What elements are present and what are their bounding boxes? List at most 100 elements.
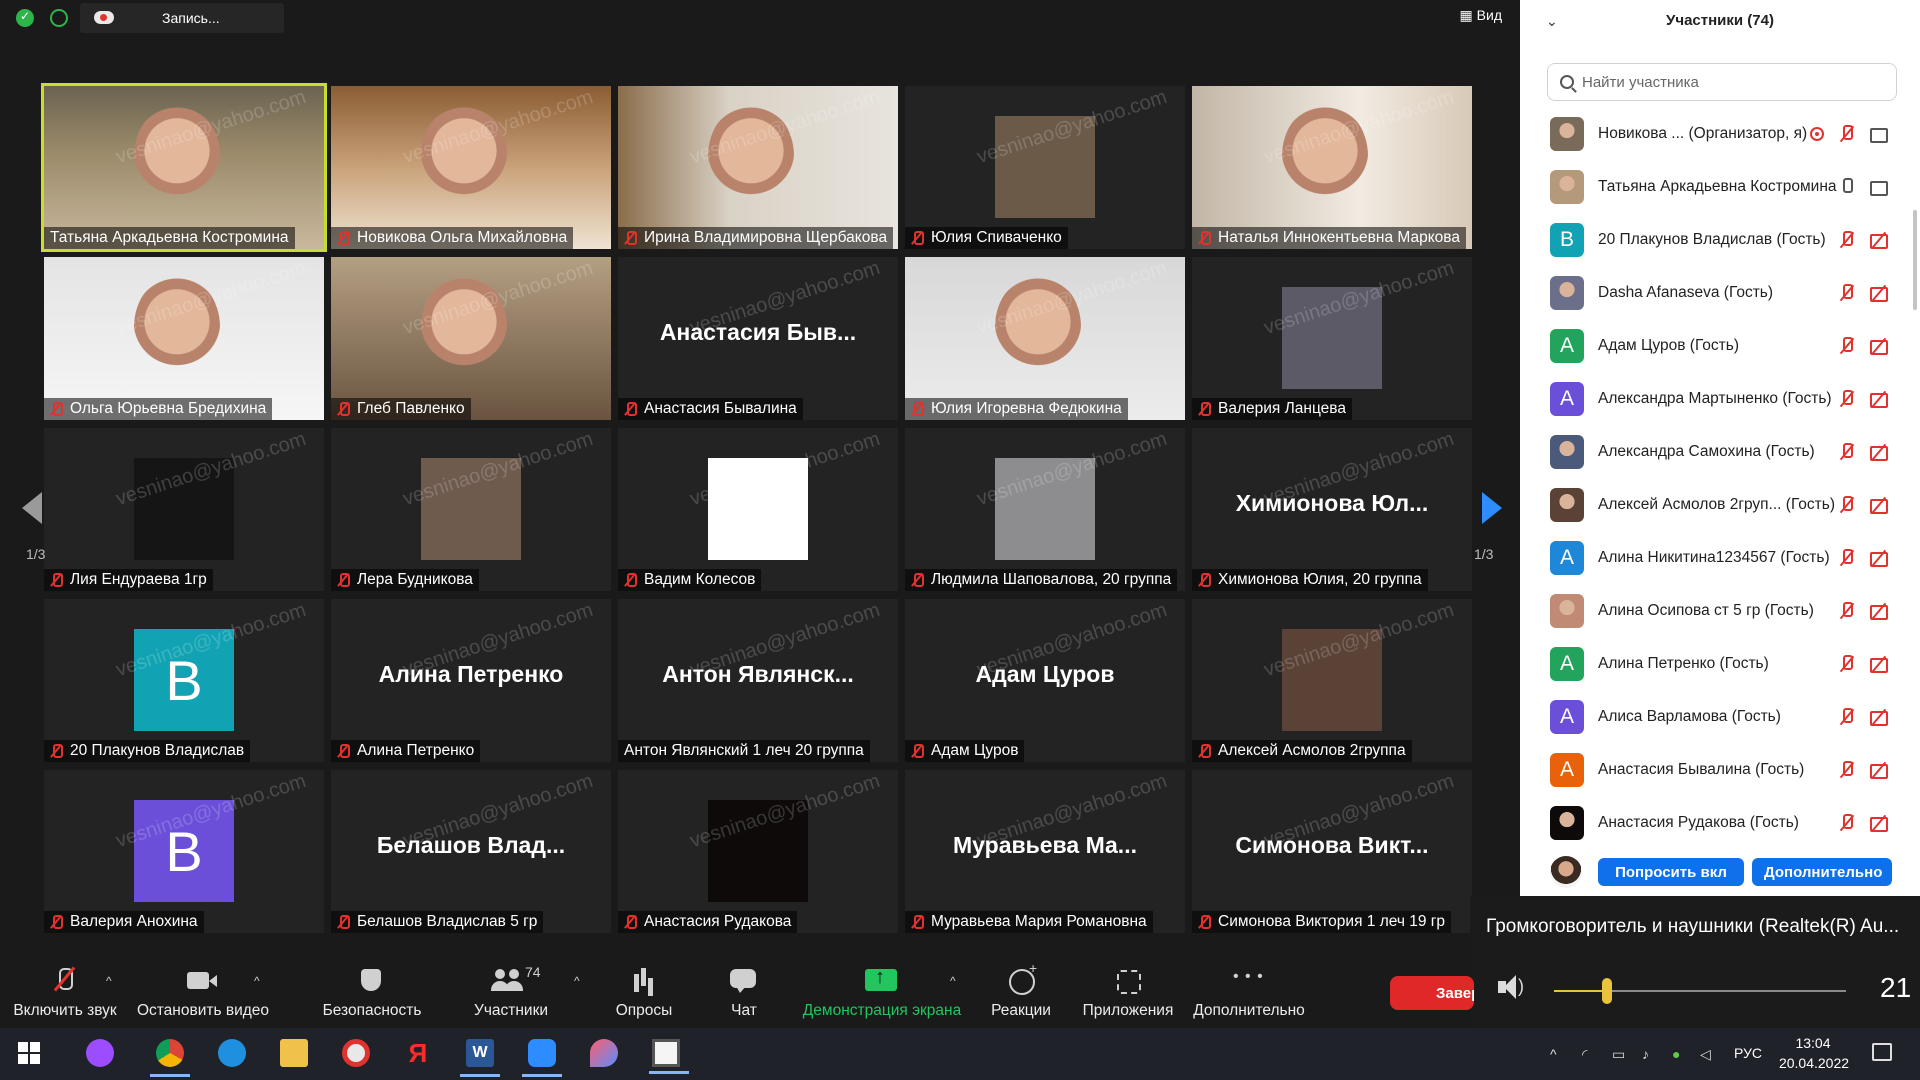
recording-indicator[interactable]: Запись... — [80, 3, 284, 33]
video-off-icon[interactable] — [1870, 337, 1888, 355]
microphone-muted-icon[interactable] — [1838, 602, 1856, 620]
microphone-muted-icon[interactable] — [1838, 549, 1856, 567]
volume-slider-thumb[interactable] — [1602, 978, 1612, 1004]
view-button[interactable]: Вид — [1460, 7, 1502, 24]
participant-list-item[interactable]: Александра Самохина (Гость) — [1520, 425, 1910, 478]
more-button[interactable]: Дополнительно — [1192, 940, 1306, 1028]
video-tile[interactable]: Муравьева Ма... vesninao@yahoo.com Муравье… — [905, 770, 1185, 933]
video-tile[interactable]: Bvesninao@yahoo.com20 Плакунов Владислав — [44, 599, 324, 762]
video-tile[interactable]: vesninao@yahoo.comЮлия Спиваченко — [905, 86, 1185, 249]
participant-search-input[interactable] — [1582, 73, 1882, 91]
microphone-muted-icon[interactable] — [1838, 337, 1856, 355]
edge-icon[interactable] — [218, 1039, 246, 1067]
yandex-icon[interactable]: Я — [404, 1039, 432, 1067]
participant-list-item[interactable]: Татьяна Аркадьевна Костромина — [1520, 160, 1910, 213]
battery-icon[interactable]: ▭ — [1612, 1046, 1625, 1063]
video-tile[interactable]: vesninao@yahoo.comЛюдмила Шаповалова, 20… — [905, 428, 1185, 591]
video-tile[interactable]: vesninao@yahoo.comНаталья Иннокентьевна … — [1192, 86, 1472, 249]
video-tile[interactable]: Симонова Викт... vesninao@yahoo.com Симоно… — [1192, 770, 1472, 933]
video-tile[interactable]: Анастасия Быв... vesninao@yahoo.com Анаста… — [618, 257, 898, 420]
participant-more-button[interactable]: Дополнительно — [1752, 858, 1892, 886]
zoom-icon[interactable] — [522, 1039, 562, 1077]
reactions-button[interactable]: Реакции — [980, 940, 1062, 1028]
video-tile[interactable]: Антон Являнск... vesninao@yahoo.com Антон … — [618, 599, 898, 762]
app-tray-icon[interactable]: ● — [1672, 1046, 1680, 1062]
participant-list-item[interactable]: Новикова ... (Организатор, я) — [1520, 107, 1910, 160]
wifi-icon[interactable]: ◜ — [1582, 1046, 1587, 1063]
participant-list-item[interactable]: A Анастасия Бывалина (Гость) — [1520, 743, 1910, 796]
participants-options-caret-icon[interactable]: ^ — [574, 974, 580, 988]
video-off-icon[interactable] — [1870, 390, 1888, 408]
video-off-icon[interactable] — [1870, 814, 1888, 832]
yandex-browser-icon[interactable] — [342, 1039, 370, 1067]
video-tile[interactable]: vesninao@yahoo.comГлеб Павленко — [331, 257, 611, 420]
participant-search-box[interactable] — [1547, 63, 1897, 101]
microphone-muted-icon[interactable] — [1838, 125, 1856, 143]
video-tile[interactable]: Белашов Влад... vesninao@yahoo.com Белашов… — [331, 770, 611, 933]
video-tile[interactable]: vesninao@yahoo.comЛера Будникова — [331, 428, 611, 591]
polls-button[interactable]: Опросы — [604, 940, 684, 1028]
participant-list-item[interactable]: A Александра Мартыненко (Гость) — [1520, 372, 1910, 425]
video-options-caret-icon[interactable]: ^ — [254, 974, 260, 988]
video-tile[interactable]: Адам Цуров vesninao@yahoo.com Адам Цуров — [905, 599, 1185, 762]
microphone-muted-icon[interactable] — [1838, 496, 1856, 514]
participant-list-item[interactable]: A Адам Цуров (Гость) — [1520, 319, 1910, 372]
next-page-arrow[interactable] — [1474, 456, 1502, 560]
video-camera-icon[interactable] — [1870, 125, 1888, 143]
microphone-muted-icon[interactable] — [1838, 231, 1856, 249]
chrome-icon[interactable] — [150, 1039, 190, 1077]
video-camera-icon[interactable] — [1870, 178, 1888, 196]
video-tile[interactable]: vesninao@yahoo.comИрина Владимировна Щер… — [618, 86, 898, 249]
video-off-icon[interactable] — [1870, 549, 1888, 567]
photos-icon[interactable] — [649, 1039, 689, 1074]
participants-button[interactable]: 74 Участники — [466, 940, 556, 1028]
tray-overflow-chevron-icon[interactable]: ^ — [1550, 1046, 1557, 1062]
participant-list-item[interactable]: Анастасия Рудакова (Гость) — [1520, 796, 1910, 845]
chat-button[interactable]: Чат — [704, 940, 784, 1028]
video-tile[interactable]: vesninao@yahoo.comОльга Юрьевна Бредихин… — [44, 257, 324, 420]
end-meeting-button[interactable]: Завершить — [1390, 976, 1474, 1010]
video-tile[interactable]: vesninao@yahoo.comАнастасия Рудакова — [618, 770, 898, 933]
microphone-muted-icon[interactable] — [1838, 761, 1856, 779]
participant-list-item[interactable]: Алина Осипова ст 5 гр (Гость) — [1520, 584, 1910, 637]
participant-list-item[interactable]: A Алина Петренко (Гость) — [1520, 637, 1910, 690]
input-language-indicator[interactable]: РУС — [1734, 1045, 1762, 1061]
volume-slider[interactable] — [1554, 978, 1846, 1004]
video-tile[interactable]: vesninao@yahoo.comВалерия Ланцева — [1192, 257, 1472, 420]
video-tile[interactable]: Алина Петренко vesninao@yahoo.com Алина Пе… — [331, 599, 611, 762]
participant-list-item[interactable]: Алексей Асмолов 2груп... (Гость) — [1520, 478, 1910, 531]
video-tile[interactable]: Bvesninao@yahoo.comВалерия Анохина — [44, 770, 324, 933]
participant-list-item[interactable]: A Алина Никитина1234567 (Гость) — [1520, 531, 1910, 584]
microphone-muted-icon[interactable] — [1838, 708, 1856, 726]
video-off-icon[interactable] — [1870, 443, 1888, 461]
word-icon[interactable]: W — [460, 1039, 500, 1077]
video-off-icon[interactable] — [1870, 284, 1888, 302]
video-off-icon[interactable] — [1870, 708, 1888, 726]
microphone-muted-icon[interactable] — [1838, 284, 1856, 302]
stop-video-button[interactable]: Остановить видео — [136, 940, 270, 1028]
video-off-icon[interactable] — [1870, 761, 1888, 779]
participant-list-item[interactable]: B 20 Плакунов Владислав (Гость) — [1520, 213, 1910, 266]
notifications-icon[interactable] — [1872, 1043, 1892, 1061]
video-tile[interactable]: vesninao@yahoo.comНовикова Ольга Михайло… — [331, 86, 611, 249]
apps-button[interactable]: Приложения — [1078, 940, 1178, 1028]
meeting-security-shield-icon[interactable] — [16, 9, 34, 27]
unmute-button[interactable]: Включить звук — [12, 940, 118, 1028]
clock-date[interactable]: 20.04.2022 — [1774, 1055, 1854, 1071]
assistant-app-icon[interactable] — [86, 1039, 114, 1067]
video-tile[interactable]: vesninao@yahoo.comЛия Ендураева 1гр — [44, 428, 324, 591]
video-off-icon[interactable] — [1870, 655, 1888, 673]
ask-to-unmute-button[interactable]: Попросить вкл — [1598, 858, 1744, 886]
microphone-icon[interactable] — [1838, 178, 1856, 196]
microphone-tray-icon[interactable]: ♪ — [1642, 1046, 1649, 1062]
audio-options-caret-icon[interactable]: ^ — [106, 974, 112, 988]
video-tile[interactable]: vesninao@yahoo.comАлексей Асмолов 2групп… — [1192, 599, 1472, 762]
video-tile[interactable]: Химионова Юл... vesninao@yahoo.com Химионо… — [1192, 428, 1472, 591]
maps-icon[interactable] — [590, 1039, 618, 1067]
windows-start-icon[interactable] — [18, 1042, 42, 1066]
share-screen-button[interactable]: Демонстрация экрана — [800, 940, 964, 1028]
video-tile[interactable]: vesninao@yahoo.comТатьяна Аркадьевна Кос… — [41, 83, 327, 252]
microphone-muted-icon[interactable] — [1838, 655, 1856, 673]
previous-page-arrow[interactable] — [16, 456, 44, 560]
participant-list-item[interactable]: Dasha Afanaseva (Гость) — [1520, 266, 1910, 319]
